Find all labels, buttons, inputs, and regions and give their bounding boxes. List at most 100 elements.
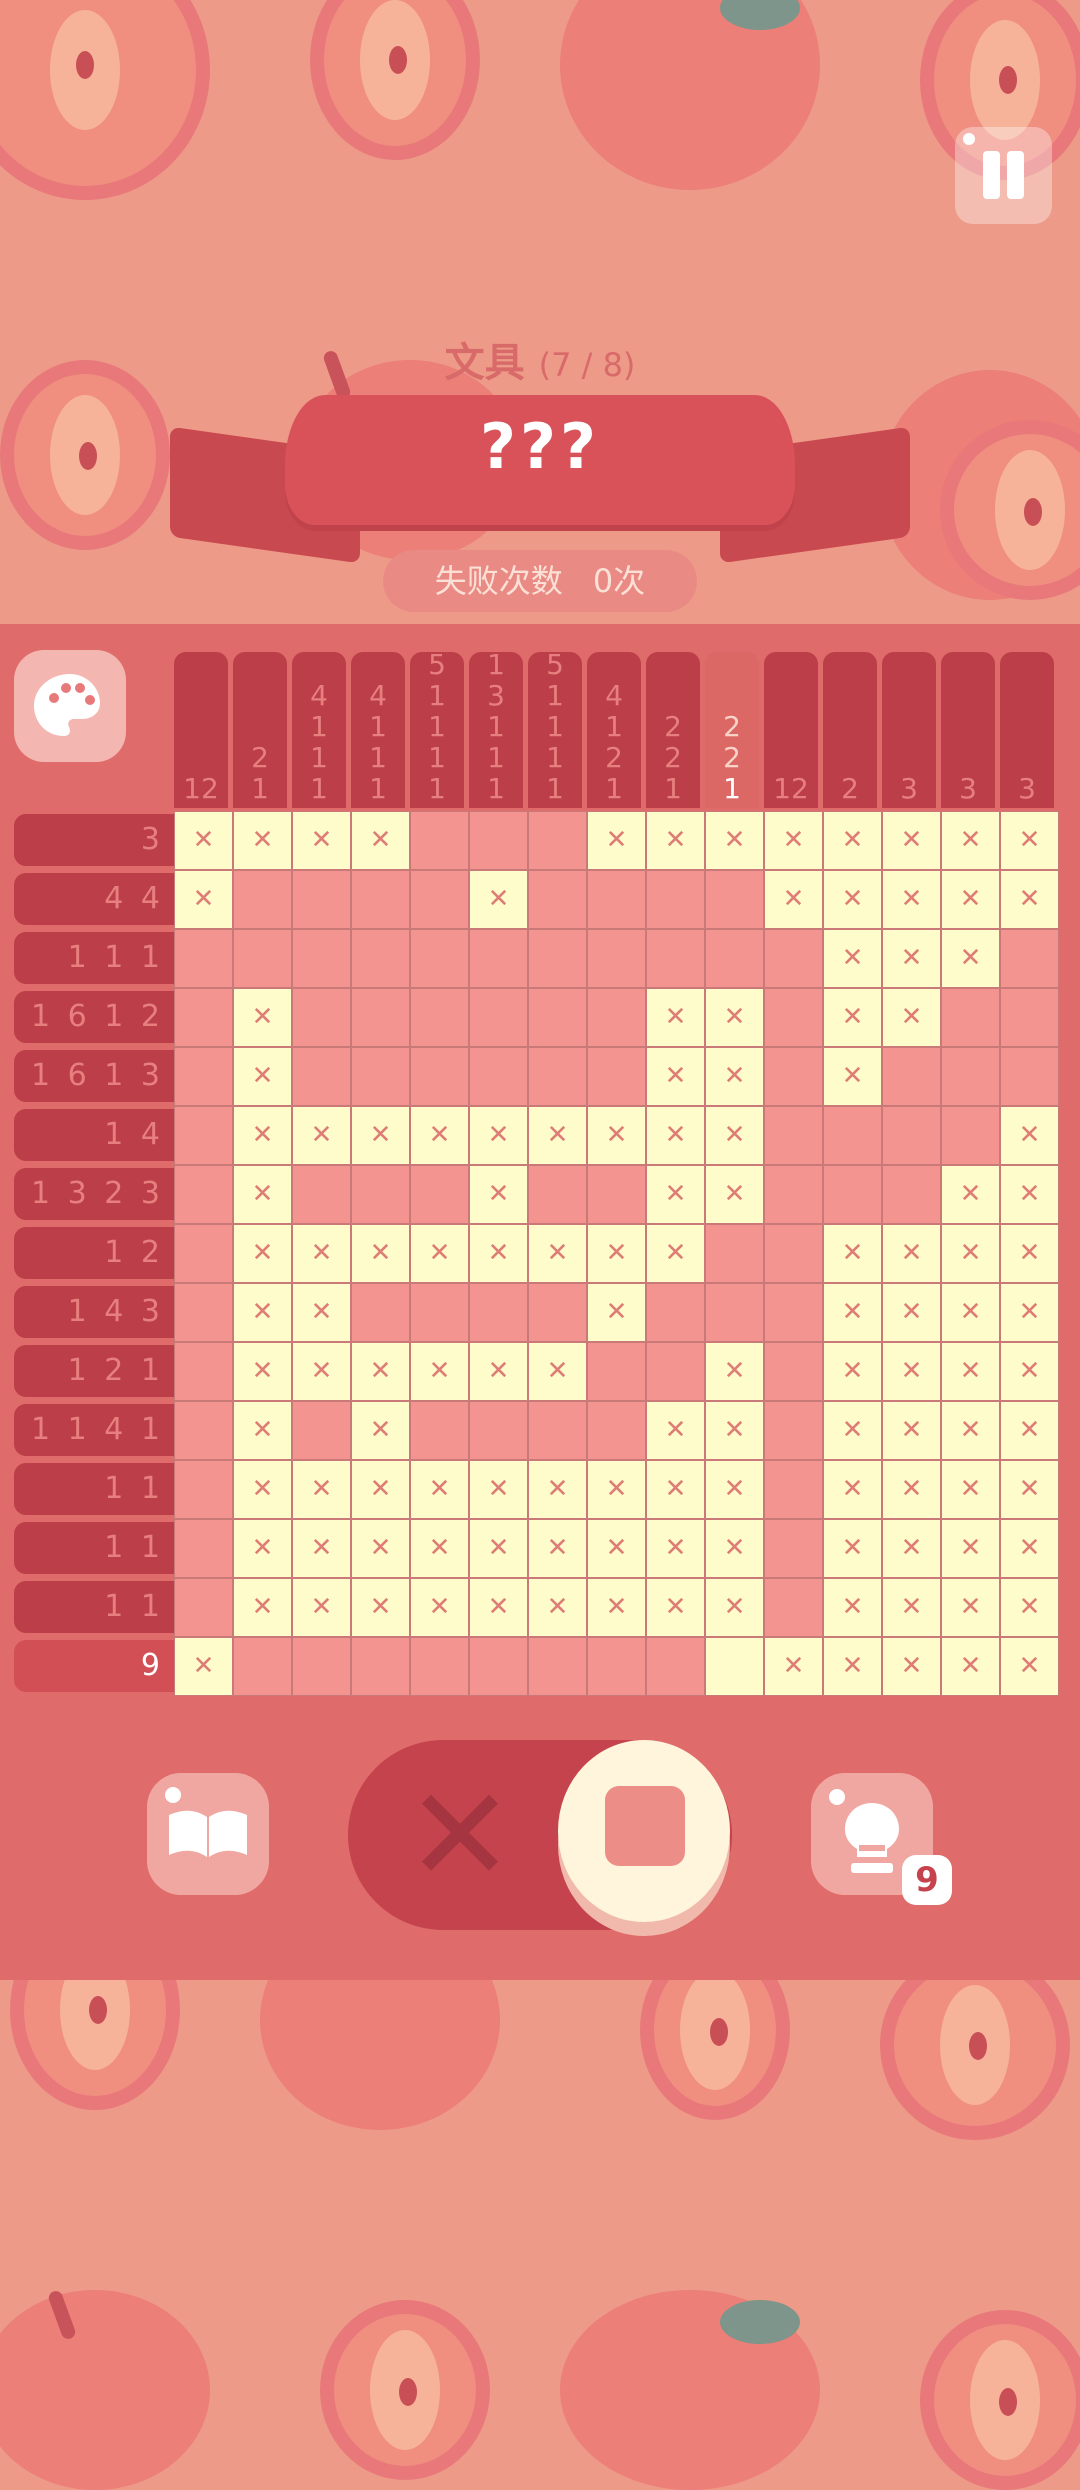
grid-cell-crossed[interactable]: ✕	[706, 812, 763, 869]
grid-cell-empty[interactable]	[883, 1107, 940, 1164]
grid-cell-empty[interactable]	[234, 871, 291, 928]
grid-cell-empty[interactable]	[765, 1225, 822, 1282]
grid-cell-crossed[interactable]: ✕	[647, 1402, 704, 1459]
grid-cell-empty[interactable]	[765, 1048, 822, 1105]
grid-cell-crossed[interactable]: ✕	[883, 989, 940, 1046]
grid-cell-crossed[interactable]: ✕	[824, 930, 881, 987]
grid-cell-empty[interactable]	[529, 989, 586, 1046]
grid-cell-empty[interactable]	[588, 871, 645, 928]
grid-cell-crossed[interactable]: ✕	[470, 871, 527, 928]
grid-cell-crossed[interactable]: ✕	[529, 1225, 586, 1282]
grid-cell-crossed[interactable]: ✕	[883, 1343, 940, 1400]
grid-cell-crossed[interactable]: ✕	[234, 1520, 291, 1577]
grid-cell-crossed[interactable]: ✕	[883, 1402, 940, 1459]
grid-cell-crossed[interactable]: ✕	[824, 1402, 881, 1459]
grid-cell-crossed[interactable]: ✕	[1001, 1225, 1058, 1282]
grid-cell-crossed[interactable]: ✕	[470, 1225, 527, 1282]
grid-cell-crossed[interactable]: ✕	[706, 1166, 763, 1223]
grid-cell-crossed[interactable]: ✕	[647, 989, 704, 1046]
grid-cell-empty[interactable]	[293, 989, 350, 1046]
grid-cell-crossed[interactable]: ✕	[352, 1107, 409, 1164]
grid-cell-crossed[interactable]: ✕	[706, 1579, 763, 1636]
grid-cell-empty[interactable]	[529, 1284, 586, 1341]
grid-cell-empty[interactable]	[529, 930, 586, 987]
grid-cell-crossed[interactable]: ✕	[352, 1402, 409, 1459]
grid-cell-crossed[interactable]: ✕	[883, 1461, 940, 1518]
grid-cell-empty[interactable]	[411, 930, 468, 987]
grid-cell-crossed[interactable]: ✕	[175, 1638, 232, 1695]
grid-cell-crossed[interactable]: ✕	[293, 1520, 350, 1577]
grid-cell-crossed[interactable]: ✕	[883, 871, 940, 928]
grid-cell-empty[interactable]	[1001, 1048, 1058, 1105]
grid-cell-empty[interactable]	[647, 1638, 704, 1695]
grid-cell-empty[interactable]	[175, 1579, 232, 1636]
grid-cell-crossed[interactable]: ✕	[588, 1579, 645, 1636]
grid-cell-crossed[interactable]: ✕	[706, 1048, 763, 1105]
grid-cell-empty[interactable]	[175, 1343, 232, 1400]
grid-cell-empty[interactable]	[765, 1107, 822, 1164]
grid-cell-empty[interactable]	[647, 1284, 704, 1341]
grid-cell-crossed[interactable]: ✕	[588, 1520, 645, 1577]
grid-cell-empty[interactable]	[470, 1284, 527, 1341]
grid-cell-crossed[interactable]: ✕	[352, 1520, 409, 1577]
grid-cell-crossed[interactable]: ✕	[470, 1520, 527, 1577]
grid-cell-blank[interactable]	[706, 1638, 763, 1695]
grid-cell-crossed[interactable]: ✕	[529, 1107, 586, 1164]
grid-cell-empty[interactable]	[588, 1166, 645, 1223]
grid-cell-crossed[interactable]: ✕	[234, 1107, 291, 1164]
grid-cell-crossed[interactable]: ✕	[1001, 1166, 1058, 1223]
grid-cell-crossed[interactable]: ✕	[647, 1461, 704, 1518]
grid-cell-crossed[interactable]: ✕	[1001, 1402, 1058, 1459]
grid-cell-crossed[interactable]: ✕	[588, 812, 645, 869]
grid-cell-crossed[interactable]: ✕	[824, 1638, 881, 1695]
grid-cell-empty[interactable]	[765, 1520, 822, 1577]
grid-cell-empty[interactable]	[411, 1048, 468, 1105]
grid-cell-crossed[interactable]: ✕	[824, 1343, 881, 1400]
grid-cell-empty[interactable]	[175, 1225, 232, 1282]
grid-cell-crossed[interactable]: ✕	[293, 1284, 350, 1341]
grid-cell-crossed[interactable]: ✕	[529, 1461, 586, 1518]
grid-cell-empty[interactable]	[470, 812, 527, 869]
grid-cell-empty[interactable]	[411, 1638, 468, 1695]
grid-cell-crossed[interactable]: ✕	[411, 1579, 468, 1636]
grid-cell-crossed[interactable]: ✕	[883, 1520, 940, 1577]
grid-cell-empty[interactable]	[942, 989, 999, 1046]
grid-cell-empty[interactable]	[411, 1402, 468, 1459]
grid-cell-crossed[interactable]: ✕	[883, 1579, 940, 1636]
grid-cell-crossed[interactable]: ✕	[883, 1638, 940, 1695]
grid-cell-crossed[interactable]: ✕	[765, 1638, 822, 1695]
grid-cell-empty[interactable]	[883, 1048, 940, 1105]
grid-cell-crossed[interactable]: ✕	[293, 812, 350, 869]
grid-cell-empty[interactable]	[588, 1048, 645, 1105]
grid-cell-crossed[interactable]: ✕	[234, 1048, 291, 1105]
grid-cell-crossed[interactable]: ✕	[824, 1461, 881, 1518]
grid-cell-crossed[interactable]: ✕	[470, 1343, 527, 1400]
grid-cell-empty[interactable]	[706, 1284, 763, 1341]
grid-cell-empty[interactable]	[352, 1048, 409, 1105]
grid-cell-crossed[interactable]: ✕	[942, 1225, 999, 1282]
grid-cell-empty[interactable]	[588, 1638, 645, 1695]
grid-cell-crossed[interactable]: ✕	[824, 812, 881, 869]
grid-cell-crossed[interactable]: ✕	[942, 871, 999, 928]
grid-cell-empty[interactable]	[470, 1638, 527, 1695]
grid-cell-crossed[interactable]: ✕	[647, 1579, 704, 1636]
grid-cell-empty[interactable]	[175, 1520, 232, 1577]
grid-cell-crossed[interactable]: ✕	[647, 1520, 704, 1577]
grid-cell-empty[interactable]	[411, 1166, 468, 1223]
grid-cell-crossed[interactable]: ✕	[234, 1166, 291, 1223]
grid-cell-empty[interactable]	[529, 1638, 586, 1695]
grid-cell-crossed[interactable]: ✕	[1001, 812, 1058, 869]
grid-cell-crossed[interactable]: ✕	[470, 1579, 527, 1636]
grid-cell-crossed[interactable]: ✕	[588, 1461, 645, 1518]
grid-cell-empty[interactable]	[588, 930, 645, 987]
grid-cell-empty[interactable]	[293, 1166, 350, 1223]
grid-cell-crossed[interactable]: ✕	[647, 812, 704, 869]
grid-cell-empty[interactable]	[883, 1166, 940, 1223]
grid-cell-empty[interactable]	[352, 871, 409, 928]
grid-cell-crossed[interactable]: ✕	[588, 1107, 645, 1164]
grid-cell-crossed[interactable]: ✕	[1001, 1461, 1058, 1518]
grid-cell-empty[interactable]	[175, 1284, 232, 1341]
grid-cell-crossed[interactable]: ✕	[883, 812, 940, 869]
grid-cell-empty[interactable]	[352, 1166, 409, 1223]
grid-cell-crossed[interactable]: ✕	[942, 812, 999, 869]
